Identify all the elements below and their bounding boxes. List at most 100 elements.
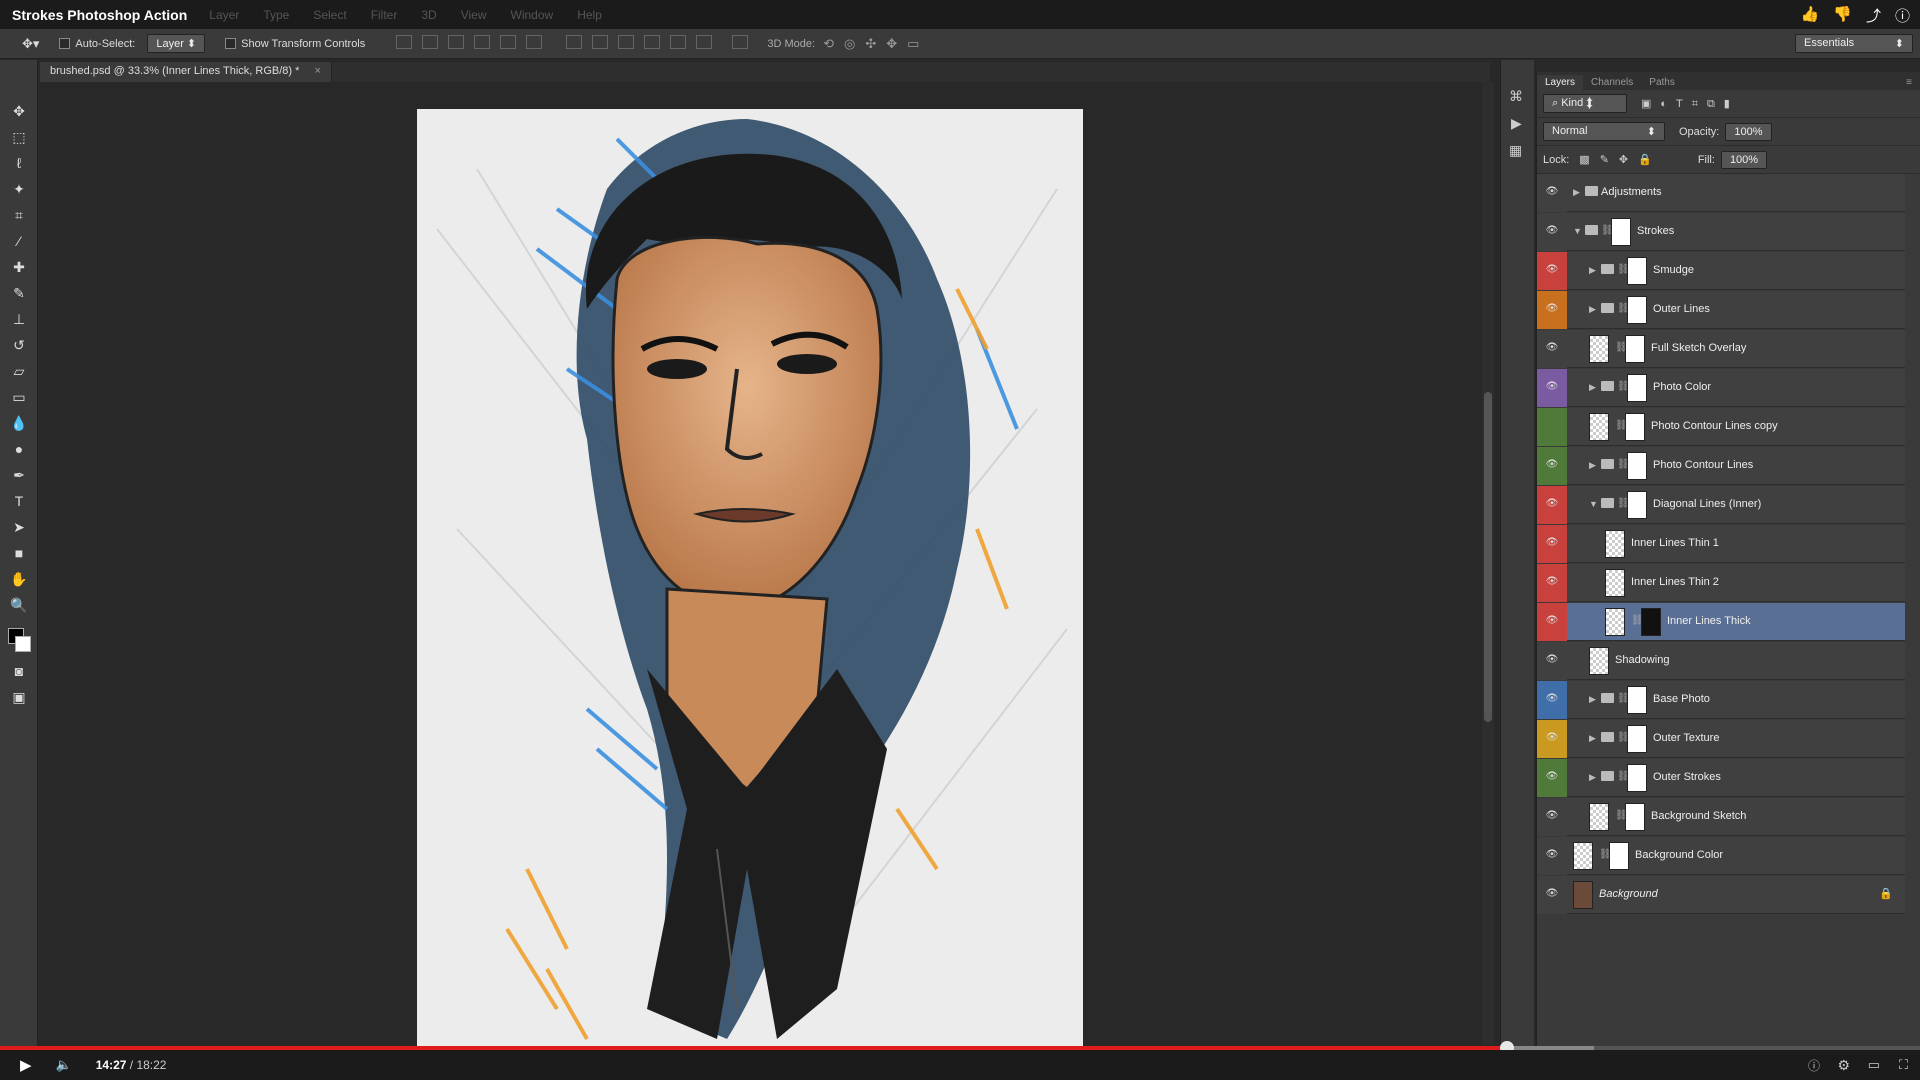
layer-row[interactable]: 👁 ▼ ⛓ Diagonal Lines (Inner) (1537, 486, 1905, 524)
layer-row[interactable]: 👁 ▶ Adjustments (1537, 174, 1905, 212)
visibility-eye-icon[interactable]: 👁 (1545, 265, 1559, 275)
layer-row[interactable]: 👁 ▶ ⛓ Smudge (1537, 252, 1905, 290)
3d-mode-icons[interactable]: ⟲◎✣✥▭ (823, 36, 929, 52)
layer-row[interactable]: 👁 ▶ ⛓ Photo Contour Lines (1537, 447, 1905, 485)
layer-row[interactable]: 👁 ⛓ Full Sketch Overlay (1537, 330, 1905, 368)
dodge-tool-icon[interactable]: ● (0, 436, 38, 462)
share-icon[interactable]: ⤴ (1866, 5, 1881, 26)
menu-type[interactable]: Type (263, 8, 289, 22)
collapsed-arrow-icon[interactable]: ▶ (1573, 187, 1580, 198)
scrollbar-thumb[interactable] (1484, 392, 1492, 722)
dislike-icon[interactable]: 👎 (1833, 5, 1852, 26)
volume-icon[interactable]: 🔈 (56, 1057, 72, 1073)
distribute-hcenter-icon[interactable] (670, 35, 687, 49)
filter-kind-dropdown[interactable]: ⌕ Kind ⬍ (1543, 94, 1627, 113)
collapsed-arrow-icon[interactable]: ▶ (1589, 382, 1596, 393)
collapsed-arrow-icon[interactable]: ▶ (1589, 304, 1596, 315)
path-selection-tool-icon[interactable]: ➤ (0, 514, 38, 540)
layer-mask-thumbnail[interactable] (1627, 686, 1647, 714)
fullscreen-icon[interactable]: ⛶ (1899, 1057, 1908, 1073)
history-panel-icon[interactable]: ⌘ (1509, 88, 1534, 105)
visibility-eye-icon[interactable]: 👁 (1545, 460, 1559, 470)
layer-row[interactable]: 👁 Shadowing (1537, 642, 1905, 680)
document-tab[interactable]: brushed.psd @ 33.3% (Inner Lines Thick, … (40, 62, 332, 82)
layer-mask-thumbnail[interactable] (1627, 296, 1647, 324)
distribute-vcenter-icon[interactable] (592, 35, 609, 49)
background-color-swatch[interactable] (15, 636, 31, 652)
marquee-tool-icon[interactable]: ⬚ (0, 124, 38, 150)
menu-3d[interactable]: 3D (421, 8, 436, 22)
distribute-left-icon[interactable] (644, 35, 661, 49)
layer-row[interactable]: 👁 Inner Lines Thin 2 (1537, 564, 1905, 602)
expanded-arrow-icon[interactable]: ▼ (1573, 226, 1582, 236)
visibility-eye-icon[interactable]: 👁 (1545, 538, 1559, 548)
expanded-arrow-icon[interactable]: ▼ (1589, 499, 1598, 509)
layer-row[interactable]: 👁 Inner Lines Thin 1 (1537, 525, 1905, 563)
layer-mask-thumbnail[interactable] (1641, 608, 1661, 636)
align-vcenter-icon[interactable] (422, 35, 439, 49)
align-hcenter-icon[interactable] (500, 35, 517, 49)
screen-mode-icon[interactable]: ▣ (0, 684, 38, 710)
visibility-eye-icon[interactable]: 👁 (1545, 655, 1559, 665)
layer-row[interactable]: 👁 ▼ ⛓ Strokes (1537, 213, 1905, 251)
tab-paths[interactable]: Paths (1641, 75, 1683, 90)
visibility-eye-icon[interactable]: 👁 (1545, 850, 1559, 860)
layer-thumbnail[interactable] (1589, 647, 1609, 675)
type-tool-icon[interactable]: T (0, 488, 38, 514)
canvas-vertical-scrollbar[interactable] (1482, 82, 1494, 1050)
layer-mask-thumbnail[interactable] (1627, 374, 1647, 402)
menu-layer[interactable]: Layer (209, 8, 239, 22)
menu-window[interactable]: Window (511, 8, 554, 22)
layer-row[interactable]: 👁 🔒 Background (1537, 876, 1905, 914)
menu-select[interactable]: Select (313, 8, 346, 22)
layer-mask-thumbnail[interactable] (1625, 335, 1645, 363)
crop-tool-icon[interactable]: ⌗ (0, 202, 38, 228)
menu-filter[interactable]: Filter (371, 8, 398, 22)
visibility-eye-icon[interactable]: 👁 (1545, 772, 1559, 782)
layer-mask-thumbnail[interactable] (1625, 413, 1645, 441)
distribute-top-icon[interactable] (566, 35, 583, 49)
layer-thumbnail[interactable] (1573, 881, 1593, 909)
auto-select-checkbox[interactable] (59, 38, 75, 50)
settings-icon[interactable]: ⚙ (1837, 1057, 1850, 1074)
quick-mask-icon[interactable]: ◙ (0, 658, 38, 684)
layer-row[interactable]: 👁 ▶ ⛓ Base Photo (1537, 681, 1905, 719)
layer-mask-thumbnail[interactable] (1627, 725, 1647, 753)
align-right-icon[interactable] (526, 35, 543, 49)
layer-row[interactable]: 👁 ⛓ Background Color (1537, 837, 1905, 875)
opacity-input[interactable]: 100% (1725, 122, 1772, 141)
magic-wand-tool-icon[interactable]: ✦ (0, 176, 38, 202)
layer-thumbnail[interactable] (1605, 530, 1625, 558)
layer-thumbnail[interactable] (1589, 335, 1609, 363)
eraser-tool-icon[interactable]: ▱ (0, 358, 38, 384)
lasso-tool-icon[interactable]: ℓ (0, 150, 38, 176)
lock-icons[interactable]: ▩✎✥🔒 (1579, 153, 1662, 166)
clone-stamp-tool-icon[interactable]: ⊥ (0, 306, 38, 332)
tab-layers[interactable]: Layers (1537, 75, 1584, 90)
eyedropper-tool-icon[interactable]: ⁄ (0, 228, 38, 254)
align-left-icon[interactable] (474, 35, 491, 49)
layer-mask-thumbnail[interactable] (1627, 764, 1647, 792)
tab-channels[interactable]: Channels (1583, 75, 1641, 90)
move-tool-preset-icon[interactable]: ✥▾ (22, 36, 39, 52)
healing-brush-tool-icon[interactable]: ✚ (0, 254, 38, 280)
layer-mask-thumbnail[interactable] (1627, 491, 1647, 519)
rectangle-tool-icon[interactable]: ■ (0, 540, 38, 566)
layer-row[interactable]: 👁 ▶ ⛓ Outer Texture (1537, 720, 1905, 758)
filter-type-icons[interactable]: ▣◐T⌗⧉▮ (1641, 97, 1739, 111)
visibility-eye-icon[interactable]: 👁 (1545, 343, 1559, 353)
visibility-eye-icon[interactable]: 👁 (1545, 382, 1559, 392)
layer-thumbnail[interactable] (1589, 803, 1609, 831)
collapsed-arrow-icon[interactable]: ▶ (1589, 265, 1596, 276)
gradient-tool-icon[interactable]: ▭ (0, 384, 38, 410)
align-top-icon[interactable] (396, 35, 413, 49)
layer-row[interactable]: 👁 ⛓ Inner Lines Thick (1537, 603, 1905, 641)
auto-select-dropdown[interactable]: Layer ⬍ (147, 34, 206, 53)
visibility-eye-icon[interactable]: 👁 (1545, 733, 1559, 743)
auto-align-icon[interactable] (732, 35, 749, 49)
play-icon[interactable]: ▶ (20, 1056, 32, 1074)
menu-view[interactable]: View (461, 8, 487, 22)
fill-input[interactable]: 100% (1720, 150, 1768, 169)
properties-panel-icon[interactable]: ▦ (1509, 142, 1534, 159)
blend-mode-dropdown[interactable]: Normal ⬍ (1543, 122, 1665, 141)
